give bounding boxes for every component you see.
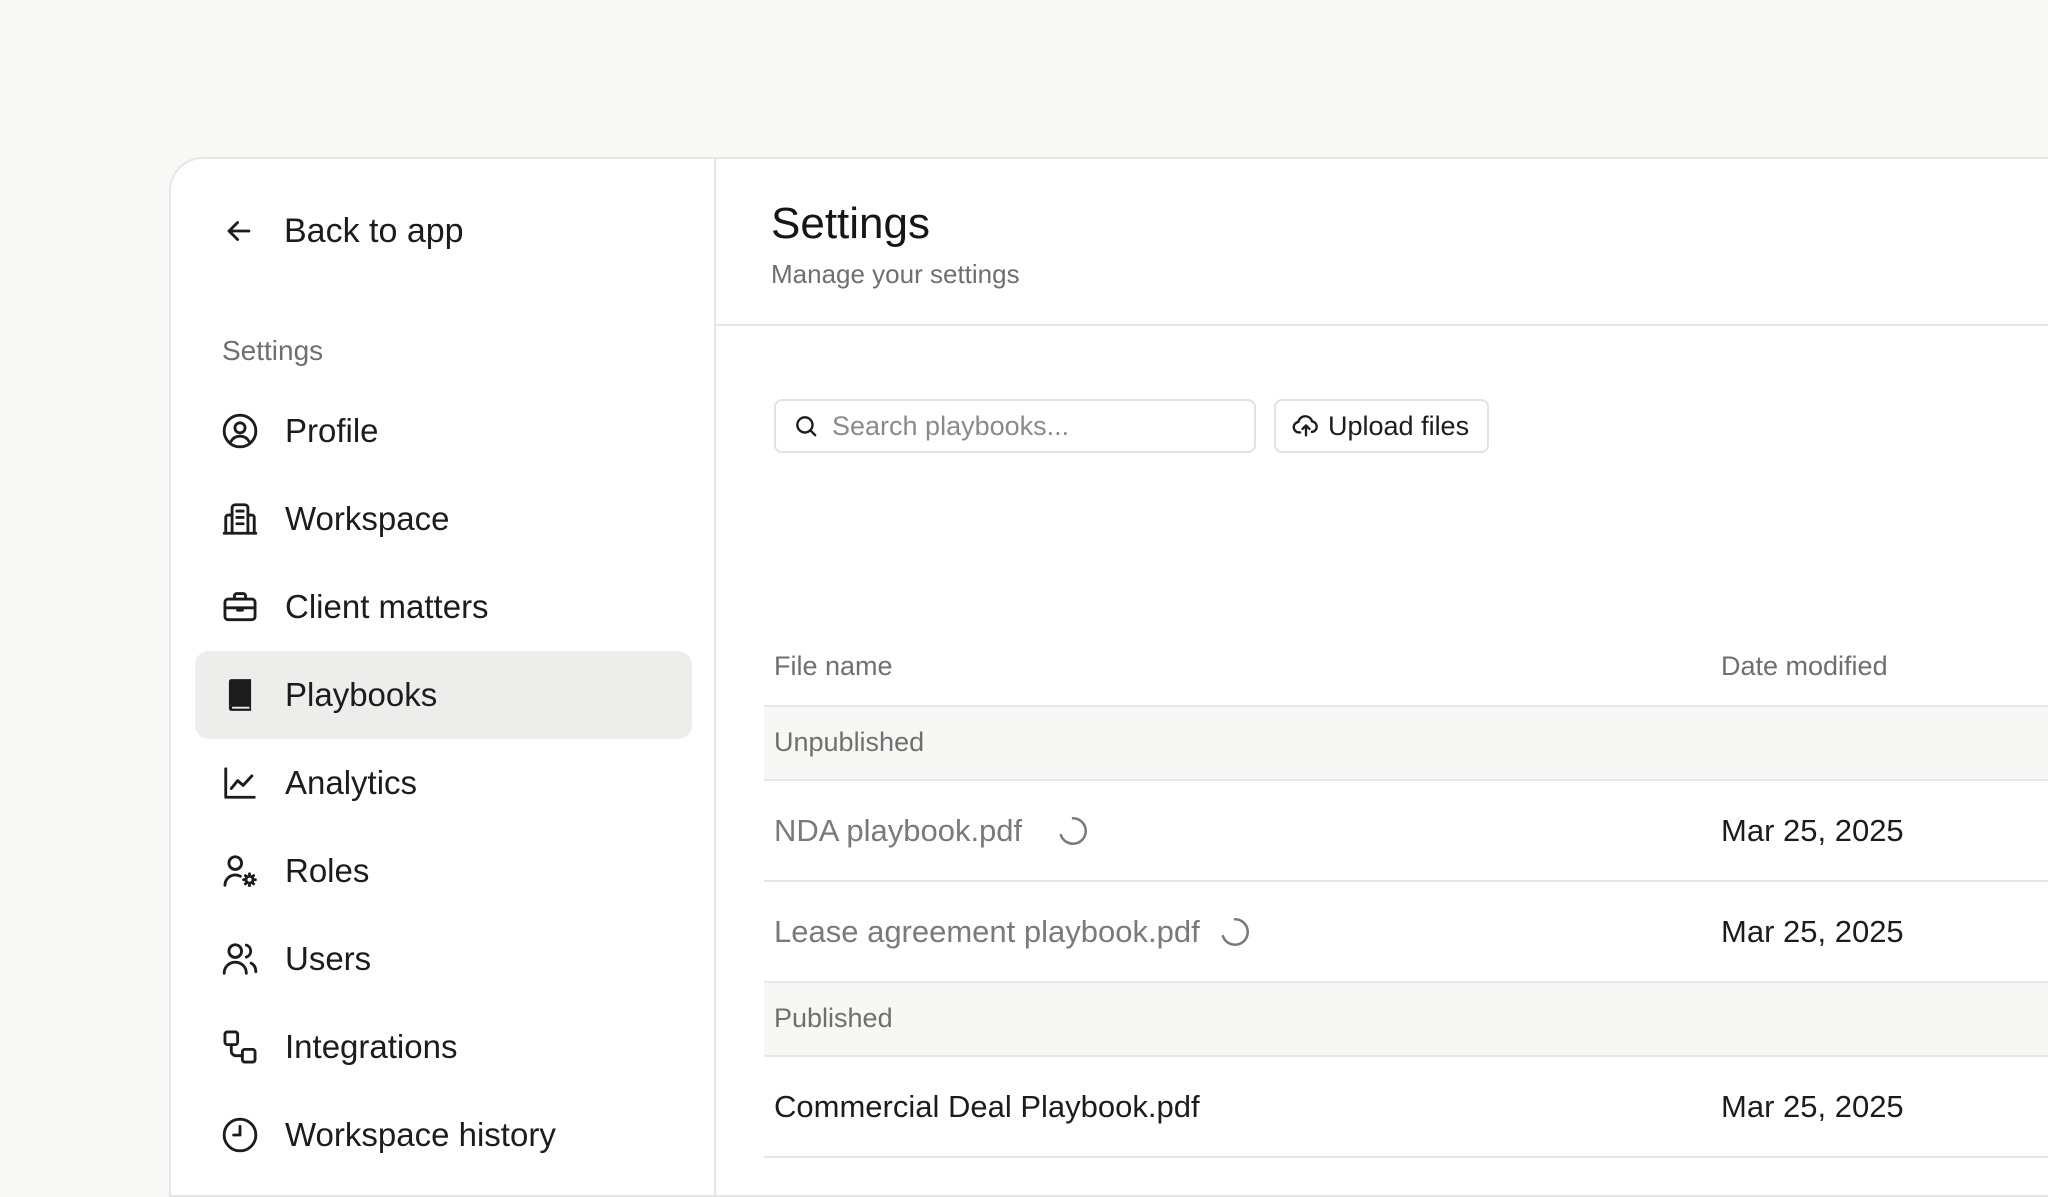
loading-spinner-icon xyxy=(1218,915,1252,949)
upload-files-label: Upload files xyxy=(1328,410,1470,441)
sidebar-item-analytics[interactable]: Analytics xyxy=(195,739,692,827)
date-modified-cell: Mar 25, 2025 xyxy=(1721,913,1904,949)
clock-icon xyxy=(221,1116,259,1154)
back-to-app-label: Back to app xyxy=(284,211,464,250)
main-content: Settings Manage your settings Upload f xyxy=(716,159,2048,1195)
file-name-cell: Lease agreement playbook.pdf xyxy=(774,882,1252,981)
group-label: Published xyxy=(774,1003,893,1033)
table-row[interactable]: Lease agreement playbook.pdf Mar 25, 202… xyxy=(764,882,2048,983)
user-circle-icon xyxy=(221,412,259,450)
page-header: Settings Manage your settings xyxy=(716,159,2048,326)
table-header: File name Date modified xyxy=(764,629,2048,707)
group-header-unpublished: Unpublished xyxy=(764,707,2048,781)
group-header-published: Published xyxy=(764,983,2048,1057)
file-name-cell: Commercial Deal Playbook.pdf xyxy=(774,1057,1200,1156)
file-name: Lease agreement playbook.pdf xyxy=(774,913,1200,949)
playbooks-table: File name Date modified Unpublished NDA … xyxy=(764,629,2048,1158)
column-header-date-modified[interactable]: Date modified xyxy=(1721,651,1888,682)
sidebar-item-label: Profile xyxy=(285,412,379,449)
sidebar-item-workspace[interactable]: Workspace xyxy=(195,475,692,563)
table-row[interactable]: NDA playbook.pdf Mar 25, 2025 xyxy=(764,781,2048,882)
sidebar-item-playbooks[interactable]: Playbooks xyxy=(195,651,692,739)
search-input[interactable] xyxy=(832,410,1232,442)
arrow-left-icon xyxy=(222,214,256,248)
sidebar-section-label: Settings xyxy=(222,335,324,366)
sidebar-item-label: Workspace xyxy=(285,500,450,537)
back-to-app-link[interactable]: Back to app xyxy=(222,201,464,261)
sidebar-item-label: Integrations xyxy=(285,1028,458,1065)
column-header-file-name[interactable]: File name xyxy=(774,651,893,682)
settings-window: Back to app Settings Profile Workspace C… xyxy=(169,157,2048,1197)
line-chart-icon xyxy=(221,764,259,802)
file-name: NDA playbook.pdf xyxy=(774,812,1023,848)
user-gear-icon xyxy=(221,852,259,890)
sidebar-item-label: Roles xyxy=(285,852,370,889)
playbooks-toolbar: Upload files xyxy=(774,399,1490,453)
page-title: Settings xyxy=(771,199,930,248)
settings-nav: Profile Workspace Client matters Playboo… xyxy=(195,387,692,1179)
sidebar-item-profile[interactable]: Profile xyxy=(195,387,692,475)
file-name-cell: NDA playbook.pdf xyxy=(774,781,1090,880)
search-icon xyxy=(792,412,820,440)
users-icon xyxy=(221,940,259,978)
sidebar-item-roles[interactable]: Roles xyxy=(195,827,692,915)
date-modified-cell: Mar 25, 2025 xyxy=(1721,812,1904,848)
sidebar-item-client-matters[interactable]: Client matters xyxy=(195,563,692,651)
sidebar-item-label: Users xyxy=(285,940,372,977)
sidebar-item-label: Playbooks xyxy=(285,676,438,713)
loading-spinner-icon xyxy=(1056,814,1090,848)
sidebar-item-label: Client matters xyxy=(285,588,489,625)
integrations-icon xyxy=(221,1028,259,1066)
sidebar-item-label: Analytics xyxy=(285,764,418,801)
file-name: Commercial Deal Playbook.pdf xyxy=(774,1088,1200,1124)
table-row[interactable]: Commercial Deal Playbook.pdf Mar 25, 202… xyxy=(764,1057,2048,1158)
sidebar-item-users[interactable]: Users xyxy=(195,915,692,1003)
sidebar-item-label: Workspace history xyxy=(285,1116,556,1153)
group-label: Unpublished xyxy=(774,727,925,757)
cloud-upload-icon xyxy=(1292,412,1320,440)
sidebar: Back to app Settings Profile Workspace C… xyxy=(171,159,716,1195)
sidebar-item-workspace-history[interactable]: Workspace history xyxy=(195,1091,692,1179)
briefcase-icon xyxy=(221,588,259,626)
book-icon xyxy=(221,676,259,714)
date-modified-cell: Mar 25, 2025 xyxy=(1721,1088,1904,1124)
page-subtitle: Manage your settings xyxy=(771,259,1020,289)
upload-files-button[interactable]: Upload files xyxy=(1274,399,1490,453)
building-icon xyxy=(221,500,259,538)
sidebar-item-integrations[interactable]: Integrations xyxy=(195,1003,692,1091)
search-box[interactable] xyxy=(774,399,1256,453)
